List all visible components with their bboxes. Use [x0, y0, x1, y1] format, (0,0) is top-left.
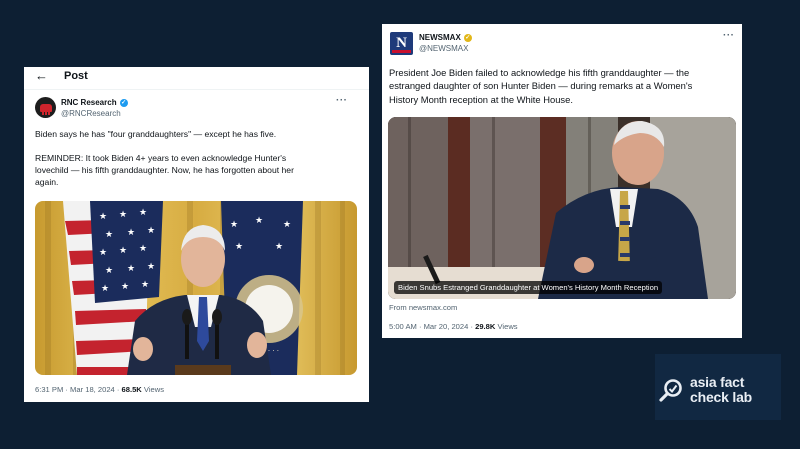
tweet-text-line: lovechild — his fifth granddaughter. Now…: [35, 165, 294, 175]
divider: [24, 89, 369, 90]
svg-text:★: ★: [275, 242, 283, 252]
svg-text:★: ★: [139, 208, 147, 218]
post-image[interactable]: ★ ★ ★ ★ ★ ★ ★ ★ ★ ★ ★ ★ ★ ★ ★ ★ ★ ★ ★ ★ · · · · ·: [35, 201, 357, 375]
svg-text:★: ★: [230, 220, 238, 230]
tweet-text-line: again.: [35, 177, 59, 187]
svg-text:★: ★: [139, 244, 147, 254]
verified-badge-icon: ✓: [119, 98, 128, 107]
verified-badge-icon: ✓: [463, 33, 472, 42]
svg-text:★: ★: [119, 246, 127, 256]
tweet-text: Biden says he has "four granddaughters" …: [35, 128, 360, 188]
more-horizontal-icon[interactable]: ···: [336, 95, 348, 106]
media-caption: Biden Snubs Estranged Granddaughter at W…: [394, 281, 663, 294]
author-name[interactable]: NEWSMAX ✓: [419, 33, 472, 42]
view-count: 68.5K: [121, 385, 142, 394]
tweet-text-line: President Joe Biden failed to acknowledg…: [389, 67, 690, 78]
post-timestamp[interactable]: 6:31 PM · Mar 18, 2024 ·: [35, 385, 122, 394]
view-count: 29.8K: [475, 322, 496, 331]
author-handle[interactable]: @NEWSMAX: [419, 44, 468, 53]
tweet-text: President Joe Biden failed to acknowledg…: [389, 66, 739, 106]
svg-text:★: ★: [255, 216, 263, 226]
svg-text:★: ★: [147, 262, 155, 272]
tweet-text-line: estranged daughter of son Hunter Biden —…: [389, 80, 693, 92]
author-handle[interactable]: @RNCResearch: [61, 109, 121, 118]
link-card-image[interactable]: Biden Snubs Estranged Granddaughter at W…: [388, 117, 736, 299]
newsmax-post-card: N NEWSMAX ✓ @NEWSMAX ··· President Joe B…: [382, 24, 742, 338]
svg-text:★: ★: [121, 282, 129, 292]
svg-text:★: ★: [101, 284, 109, 294]
svg-text:★: ★: [127, 264, 135, 274]
svg-text:★: ★: [141, 280, 149, 290]
post-timestamp[interactable]: 5:00 AM · Mar 20, 2024 ·: [389, 322, 475, 331]
svg-text:★: ★: [127, 228, 135, 238]
post-header: ← Post: [24, 67, 369, 88]
post-meta: 6:31 PM · Mar 18, 2024 · 68.5K Views: [35, 385, 164, 394]
magnifier-icon: [659, 379, 682, 402]
biden-podium-photo: ★ ★ ★ ★ ★ ★ ★ ★ ★ ★ ★ ★ ★ ★ ★ ★ ★ ★ ★ ★ · · · · ·: [45, 201, 345, 375]
svg-text:★: ★: [105, 266, 113, 276]
newsmax-logo-letter: N: [396, 35, 407, 51]
logo-text-line2: check lab: [690, 389, 753, 405]
post-meta: 5:00 AM · Mar 20, 2024 · 29.8K Views: [389, 322, 518, 331]
views-label: Views: [495, 322, 518, 331]
svg-text:★: ★: [235, 242, 243, 252]
logo-text-line1: asia fact: [690, 374, 745, 390]
author-name[interactable]: RNC Research ✓: [61, 98, 128, 107]
avatar[interactable]: [35, 97, 56, 118]
logo-accent-bar: [392, 50, 411, 53]
tweet-text-line: REMINDER: It took Biden 4+ years to even…: [35, 153, 287, 163]
views-label: Views: [141, 385, 165, 394]
biden-signing-photo: [388, 117, 736, 299]
svg-text:★: ★: [147, 226, 155, 236]
post-header-title: Post: [64, 70, 88, 82]
arrow-left-icon[interactable]: ←: [35, 69, 48, 82]
tweet-text-paragraph: Biden says he has "four granddaughters" …: [35, 129, 277, 139]
svg-text:★: ★: [99, 248, 107, 258]
svg-text:★: ★: [99, 212, 107, 222]
rnc-post-card: ← Post RNC Research ✓ @RNCResearch ··· B…: [24, 67, 369, 402]
more-horizontal-icon[interactable]: ···: [723, 30, 735, 41]
svg-text:★: ★: [119, 210, 127, 220]
link-source[interactable]: From newsmax.com: [389, 303, 457, 312]
svg-text:★: ★: [105, 230, 113, 240]
tweet-text-line: History Month reception at the White Hou…: [389, 93, 573, 105]
asia-fact-check-lab-logo: asia fact check lab: [655, 354, 781, 420]
avatar[interactable]: N: [390, 32, 413, 55]
author-name-text: NEWSMAX: [419, 33, 461, 42]
elephant-logo-icon: [39, 103, 52, 115]
svg-text:★: ★: [283, 220, 291, 230]
author-name-text: RNC Research: [61, 98, 117, 107]
